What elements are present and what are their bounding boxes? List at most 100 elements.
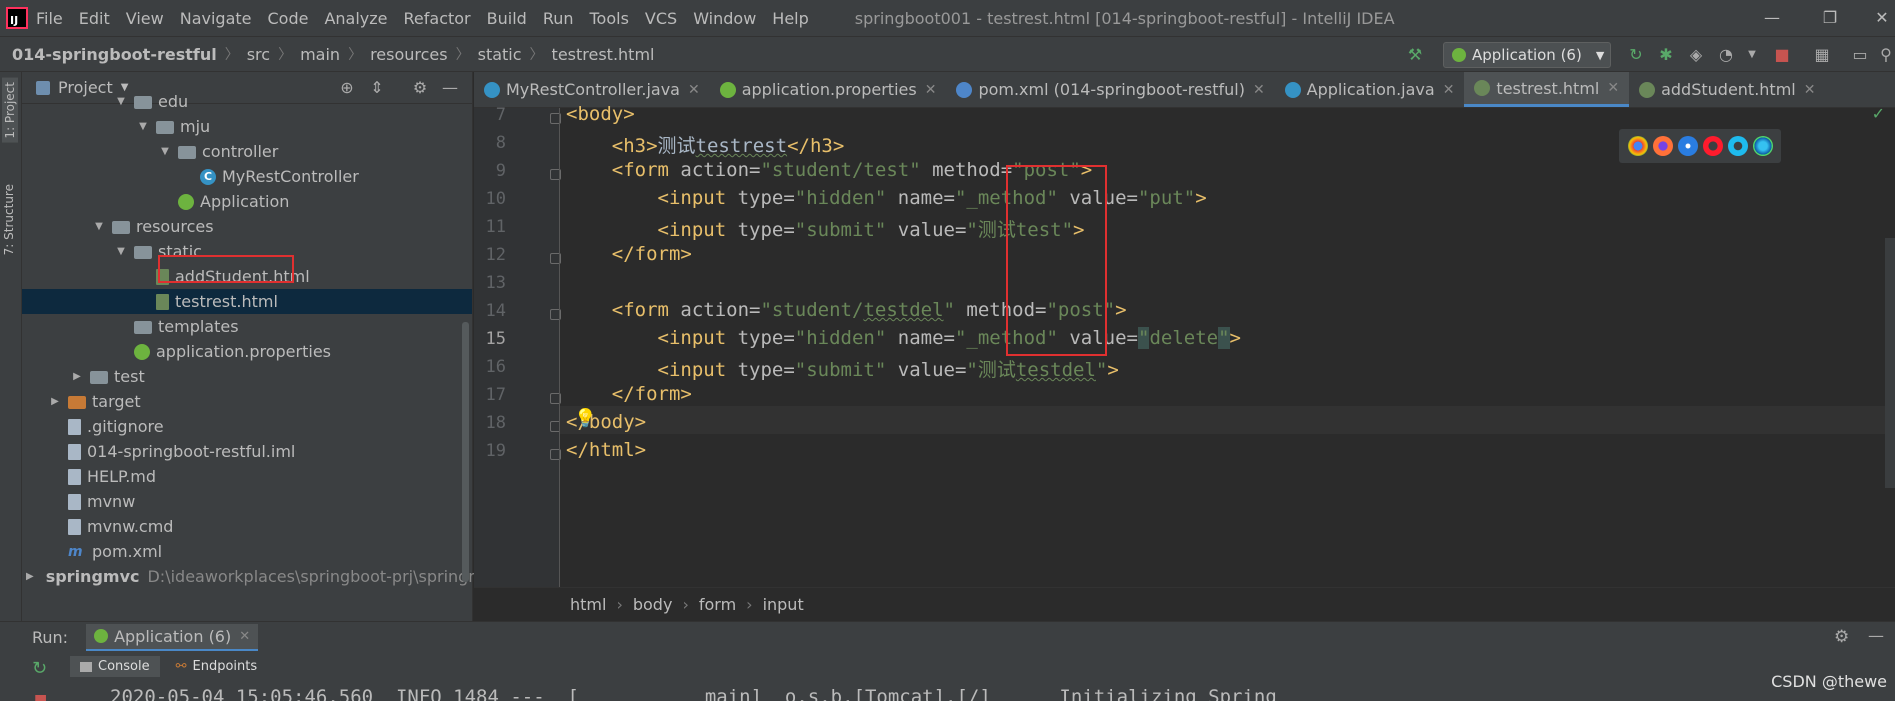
crumb-src[interactable]: src [247,45,270,64]
close-icon[interactable]: ✕ [1804,82,1816,98]
close-icon[interactable]: ✕ [239,629,250,644]
tree-item[interactable]: mvnw.cmd [22,514,472,539]
rerun-icon[interactable]: ↻ [1626,45,1646,65]
build-hammer-icon[interactable]: ⚒ [1405,45,1425,65]
coverage-icon[interactable]: ◈ [1686,45,1706,65]
collapsed-arrow-icon[interactable]: ▶ [26,571,34,582]
tab-console[interactable]: Console [70,656,160,677]
tree-item[interactable]: ▼ edu [22,89,472,114]
scrollbar[interactable] [1885,238,1895,488]
close-icon[interactable]: ✕ [1253,82,1265,98]
code-line[interactable]: </form> [566,243,692,265]
editor-tab[interactable]: Application.java ✕ [1275,72,1465,107]
menu-analyze[interactable]: Analyze [324,9,387,28]
tree-item[interactable]: application.properties [22,339,472,364]
tree-item[interactable]: m pom.xml [22,539,472,564]
editor-tab[interactable]: pom.xml (014-springboot-restful) ✕ [946,72,1274,107]
run-config-select[interactable]: Application (6) ▼ [1443,42,1611,68]
code-line[interactable]: </form> [566,383,692,405]
code-line[interactable]: <input type="hidden" name="_method" valu… [566,327,1241,349]
code-line[interactable]: <body> [566,103,635,125]
restore-icon[interactable]: ❐ [1818,6,1842,30]
crumb-project[interactable]: 014-springboot-restful [12,45,217,64]
chevron-down-icon[interactable]: ▼ [1742,45,1762,65]
crumb-input[interactable]: input [763,595,804,614]
menu-help[interactable]: Help [772,9,808,28]
firefox-icon[interactable] [1652,136,1673,156]
opera-icon[interactable] [1702,136,1723,156]
menu-navigate[interactable]: Navigate [180,9,252,28]
menu-tools[interactable]: Tools [590,9,629,28]
close-icon[interactable]: ✕ [1443,82,1455,98]
crumb-body[interactable]: body [633,595,673,614]
code-line[interactable]: <input type="hidden" name="_method" valu… [566,187,1207,209]
expanded-arrow-icon[interactable]: ▼ [114,96,128,107]
chrome-icon[interactable] [1627,136,1648,156]
tree-item[interactable]: .gitignore [22,414,472,439]
debug-icon[interactable]: ✱ [1656,45,1676,65]
crumb-file[interactable]: testrest.html [552,45,655,64]
editor-tab[interactable]: testrest.html ✕ [1464,72,1630,107]
project-structure-icon[interactable]: ▦ [1812,45,1832,65]
code-line[interactable]: <input type="submit" value="测试testdel"> [566,355,1119,382]
crumb-form[interactable]: form [699,595,736,614]
rerun-icon[interactable]: ↻ [32,658,47,679]
editor-tab[interactable]: application.properties ✕ [710,72,947,107]
internet-explorer-icon[interactable] [1727,136,1748,156]
crumb-resources[interactable]: resources [370,45,448,64]
gear-icon[interactable]: ⚙ [1834,627,1849,647]
minimize-icon[interactable]: — [1760,6,1784,30]
tree-item[interactable]: Application [22,189,472,214]
tab-project[interactable]: 1: Project [2,78,18,143]
expanded-arrow-icon[interactable]: ▼ [92,221,106,232]
search-icon[interactable]: ⚲ [1876,45,1895,65]
tree-item[interactable]: ▶ test [22,364,472,389]
tree-item[interactable]: ▶ target [22,389,472,414]
editor-tab[interactable]: addStudent.html ✕ [1629,72,1825,107]
crumb-html[interactable]: html [570,595,606,614]
expanded-arrow-icon[interactable]: ▼ [136,121,150,132]
tree-item[interactable]: ▼ resources [22,214,472,239]
tab-structure[interactable]: 7: Structure [2,184,16,255]
editor-tab[interactable]: MyRestController.java ✕ [474,72,710,107]
menu-build[interactable]: Build [487,9,527,28]
tree-item[interactable]: testrest.html [22,289,472,314]
menu-edit[interactable]: Edit [79,9,110,28]
scrollbar[interactable] [462,322,469,582]
tree-item[interactable]: 014-springboot-restful.iml [22,439,472,464]
tree-item[interactable]: mvnw [22,489,472,514]
expanded-arrow-icon[interactable]: ▼ [158,146,172,157]
close-icon[interactable]: ✕ [1607,80,1619,96]
crumb-static[interactable]: static [478,45,522,64]
tree-item[interactable]: ▼ controller [22,139,472,164]
menu-vcs[interactable]: VCS [645,9,677,28]
tab-endpoints[interactable]: ⚯ Endpoints [166,656,268,677]
menu-window[interactable]: Window [693,9,756,28]
close-icon[interactable]: ✕ [688,82,700,98]
stop-icon[interactable]: ■ [34,692,47,701]
expanded-arrow-icon[interactable]: ▼ [114,246,128,257]
run-tab-application[interactable]: Application (6) ✕ [86,623,259,651]
tree-item[interactable]: HELP.md [22,464,472,489]
profile-icon[interactable]: ◔ [1716,45,1736,65]
crumb-main[interactable]: main [300,45,340,64]
tree-item[interactable]: C MyRestController [22,164,472,189]
code-line[interactable]: </html> [566,439,646,461]
terminal-icon[interactable]: ▭ [1850,45,1870,65]
tree-item[interactable]: templates [22,314,472,339]
stop-icon[interactable]: ■ [1772,45,1792,65]
collapsed-arrow-icon[interactable]: ▶ [70,371,84,382]
lightbulb-icon[interactable]: 💡 [574,408,596,429]
menu-run[interactable]: Run [543,9,574,28]
tree-item[interactable]: ▶ springmvc D:\ideaworkplaces\springboot-p… [22,564,484,589]
tree-item[interactable]: ▼ mju [22,114,472,139]
edge-icon[interactable] [1752,136,1773,156]
close-icon[interactable]: ✕ [925,82,937,98]
menu-refactor[interactable]: Refactor [404,9,471,28]
close-window-icon[interactable]: ✕ [1870,6,1894,30]
hide-icon[interactable]: — [1868,626,1884,645]
menu-code[interactable]: Code [268,9,309,28]
code-editor[interactable]: 7 8 9 10 11 12 13 14 15 16 17 18 19 <body> <h3>测试tes… [474,103,1895,587]
safari-icon[interactable] [1677,136,1698,156]
code-line[interactable]: <h3>测试testrest</h3> [566,131,845,158]
